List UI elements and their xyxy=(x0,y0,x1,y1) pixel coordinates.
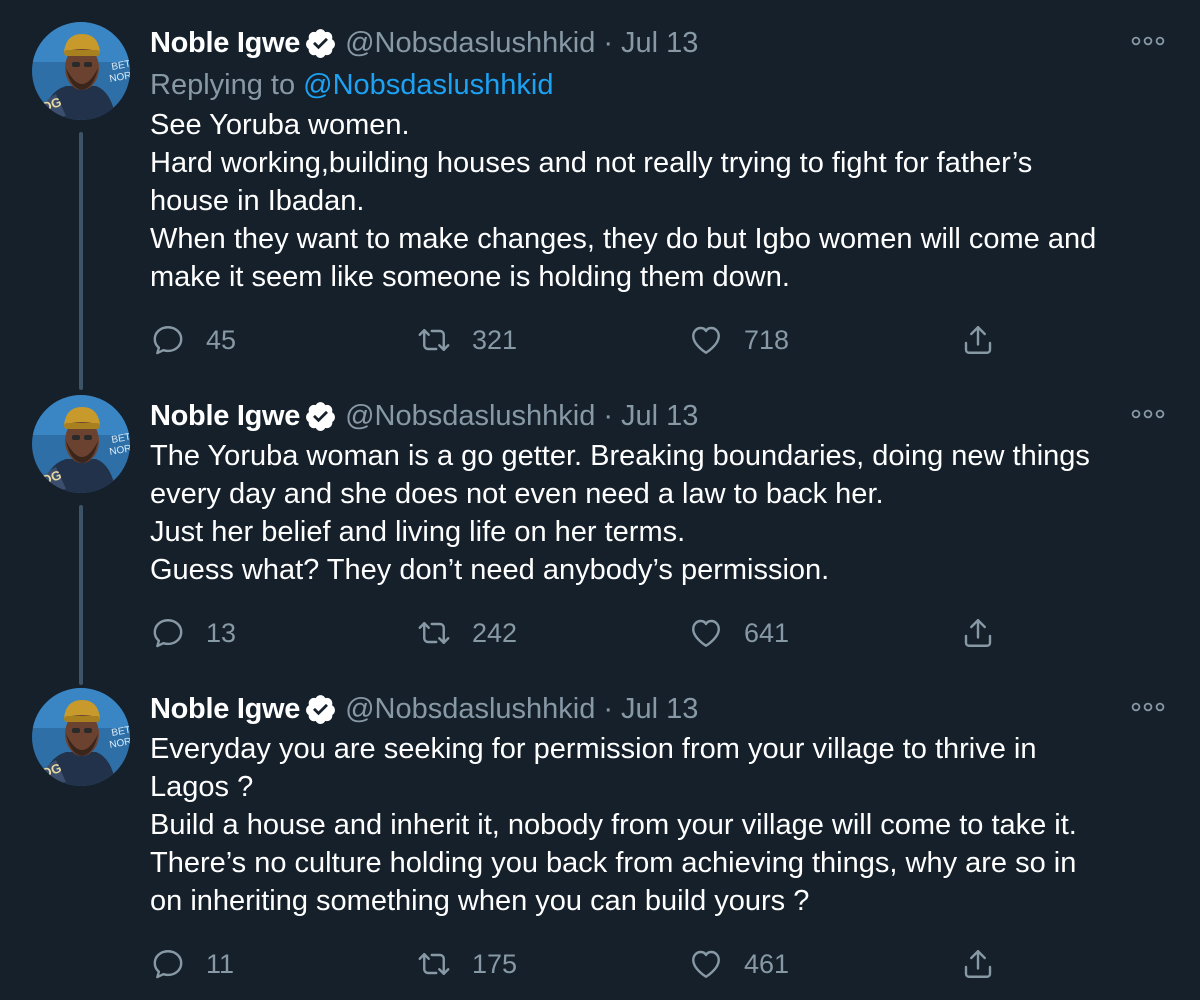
retweet-button[interactable]: 321 xyxy=(416,322,517,358)
separator-dot: · xyxy=(603,26,614,59)
retweet-count: 321 xyxy=(472,324,518,355)
share-button[interactable] xyxy=(960,946,996,982)
author-handle[interactable]: @Nobsdaslushhkid xyxy=(345,27,595,60)
retweet-count: 242 xyxy=(472,617,518,648)
like-count: 461 xyxy=(744,948,790,979)
tweet-text-line: house in Ibadan. xyxy=(150,185,365,217)
reply-button[interactable]: 11 xyxy=(150,946,234,982)
tweet-actions: 45 321 718 xyxy=(150,322,1170,362)
more-icon[interactable] xyxy=(1130,34,1166,48)
author-handle[interactable]: @Nobsdaslushhkid xyxy=(345,400,595,433)
reply-icon xyxy=(150,946,186,982)
reply-count: 11 xyxy=(206,948,235,979)
tweet-1[interactable]: Noble Igwe @Nobsdaslushhkid · Jul 13 Rep… xyxy=(0,22,1200,392)
tweet-actions: 13 242 641 xyxy=(150,615,1170,655)
tweet-text: The Yoruba woman is a go getter. Breakin… xyxy=(150,437,1170,589)
tweet-text-line: Hard working,building houses and not rea… xyxy=(150,147,1033,179)
author-name[interactable]: Noble Igwe xyxy=(150,27,300,60)
verified-badge-icon xyxy=(304,400,337,433)
share-button[interactable] xyxy=(960,322,996,358)
reply-count: 13 xyxy=(206,617,237,648)
tweet-date[interactable]: Jul 13 xyxy=(621,693,698,726)
thread-timeline: Noble Igwe @Nobsdaslushhkid · Jul 13 Rep… xyxy=(0,0,1200,1000)
tweet-text: See Yoruba women. Hard working,building … xyxy=(150,106,1170,296)
like-icon xyxy=(688,322,724,358)
reply-count: 45 xyxy=(206,324,237,355)
like-button[interactable]: 461 xyxy=(688,946,789,982)
replying-to-handle-link[interactable]: @Nobsdaslushhkid xyxy=(303,69,553,101)
tweet-text-line: When they want to make changes, they do … xyxy=(150,223,1097,255)
tweet-date[interactable]: Jul 13 xyxy=(621,27,698,60)
retweet-icon xyxy=(416,322,452,358)
thread-connector-line xyxy=(79,132,83,390)
author-handle[interactable]: @Nobsdaslushhkid xyxy=(345,693,595,726)
tweet-text-line: Lagos ? xyxy=(150,771,254,803)
retweet-button[interactable]: 175 xyxy=(416,946,517,982)
reply-button[interactable]: 45 xyxy=(150,322,236,358)
reply-icon xyxy=(150,322,186,358)
replying-to-label: Replying to xyxy=(150,69,304,101)
tweet-2[interactable]: Noble Igwe @Nobsdaslushhkid · Jul 13 The… xyxy=(0,395,1200,685)
tweet-header: Noble Igwe @Nobsdaslushhkid · Jul 13 xyxy=(150,395,1170,437)
replying-to: Replying to @Nobsdaslushhkid xyxy=(150,64,1170,106)
tweet-text-line: Just her belief and living life on her t… xyxy=(150,516,686,548)
share-icon xyxy=(960,946,996,982)
like-count: 641 xyxy=(744,617,790,648)
share-icon xyxy=(960,322,996,358)
author-avatar[interactable] xyxy=(32,688,130,786)
tweet-text-line: every day and she does not even need a l… xyxy=(150,478,884,510)
tweet-text-line: Everyday you are seeking for permission … xyxy=(150,733,1037,765)
tweet-text-line: make it seem like someone is holding the… xyxy=(150,261,790,293)
retweet-icon xyxy=(416,946,452,982)
tweet-date[interactable]: Jul 13 xyxy=(621,400,698,433)
reply-icon xyxy=(150,615,186,651)
share-button[interactable] xyxy=(960,615,996,651)
like-button[interactable]: 641 xyxy=(688,615,789,651)
author-avatar[interactable] xyxy=(32,22,130,120)
tweet-text-line: Build a house and inherit it, nobody fro… xyxy=(150,809,1077,841)
verified-badge-icon xyxy=(304,693,337,726)
verified-badge-icon xyxy=(304,27,337,60)
more-icon[interactable] xyxy=(1130,407,1166,421)
separator-dot: · xyxy=(603,399,614,432)
like-icon xyxy=(688,615,724,651)
tweet-text-line: There’s no culture holding you back from… xyxy=(150,847,1077,879)
tweet-text-line: The Yoruba woman is a go getter. Breakin… xyxy=(150,440,1090,472)
more-icon[interactable] xyxy=(1130,700,1166,714)
share-icon xyxy=(960,615,996,651)
tweet-text: Everyday you are seeking for permission … xyxy=(150,730,1170,920)
tweet-actions: 11 175 461 xyxy=(150,946,1170,986)
retweet-count: 175 xyxy=(472,948,518,979)
tweet-3[interactable]: Noble Igwe @Nobsdaslushhkid · Jul 13 Eve… xyxy=(0,688,1200,993)
reply-button[interactable]: 13 xyxy=(150,615,236,651)
like-count: 718 xyxy=(744,324,790,355)
author-name[interactable]: Noble Igwe xyxy=(150,400,300,433)
tweet-header: Noble Igwe @Nobsdaslushhkid · Jul 13 xyxy=(150,22,1170,64)
like-icon xyxy=(688,946,724,982)
tweet-text-line: on inheriting something when you can bui… xyxy=(150,885,810,917)
thread-connector-line xyxy=(79,505,83,685)
tweet-text-line: See Yoruba women. xyxy=(150,109,410,141)
author-avatar[interactable] xyxy=(32,395,130,493)
tweet-text-line: Guess what? They don’t need anybody’s pe… xyxy=(150,554,830,586)
like-button[interactable]: 718 xyxy=(688,322,789,358)
retweet-button[interactable]: 242 xyxy=(416,615,517,651)
separator-dot: · xyxy=(603,692,614,725)
tweet-header: Noble Igwe @Nobsdaslushhkid · Jul 13 xyxy=(150,688,1170,730)
author-name[interactable]: Noble Igwe xyxy=(150,693,300,726)
retweet-icon xyxy=(416,615,452,651)
